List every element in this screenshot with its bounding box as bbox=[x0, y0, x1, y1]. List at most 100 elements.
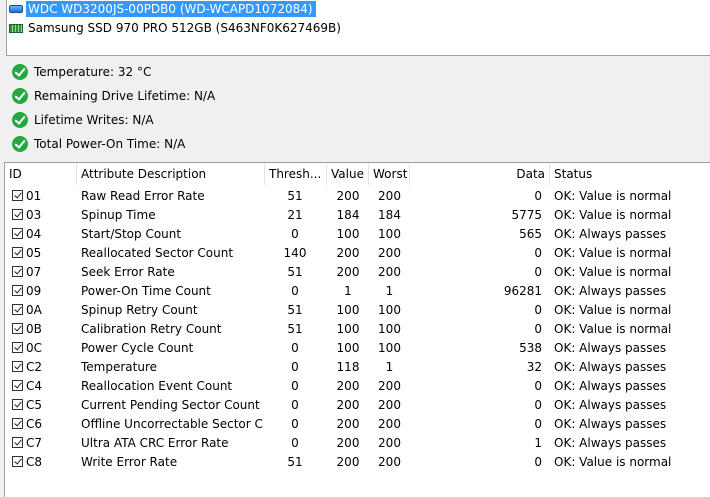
drive-item-samsung[interactable]: Samsung SSD 970 PRO 512GB (S463NF0K62746… bbox=[9, 19, 344, 37]
hdd-icon bbox=[9, 5, 23, 13]
table-row[interactable]: C8 Write Error Rate 51 200 200 0 OK: Value is … bbox=[5, 453, 710, 472]
table-row[interactable]: 07 Seek Error Rate 51 200 200 0 OK: Value is n… bbox=[5, 263, 710, 282]
attribute-data: 0 bbox=[534, 303, 542, 317]
attribute-value: 200 bbox=[336, 265, 360, 279]
attribute-id: 04 bbox=[26, 227, 42, 241]
row-checkbox[interactable] bbox=[12, 266, 23, 277]
attribute-table[interactable]: ID Attribute Description Thresh... Value… bbox=[4, 162, 710, 497]
table-row[interactable]: C7 Ultra ATA CRC Error Rate 0 200 200 1 OK: Al… bbox=[5, 434, 710, 453]
drive-label: WDC WD3200JS-00PDB0 (WD-WCAPD1072084) bbox=[26, 1, 316, 17]
attribute-data: 0 bbox=[534, 398, 542, 412]
row-checkbox[interactable] bbox=[12, 247, 23, 258]
attribute-threshold: 0 bbox=[291, 379, 299, 393]
attribute-threshold: 0 bbox=[291, 417, 299, 431]
attribute-value: 118 bbox=[336, 360, 360, 374]
attribute-data: 0 bbox=[534, 322, 542, 336]
table-row[interactable]: C4 Reallocation Event Count 0 200 200 0 OK: Al… bbox=[5, 377, 710, 396]
table-row[interactable]: 03 Spinup Time 21 184 184 5775 OK: Value is no… bbox=[5, 206, 710, 225]
check-circle-icon bbox=[12, 112, 28, 128]
row-checkbox[interactable] bbox=[12, 399, 23, 410]
status-temperature: Temperature: 32 °C bbox=[12, 63, 151, 81]
table-row[interactable]: 09 Power-On Time Count 0 1 1 96281 OK: Always … bbox=[5, 282, 710, 301]
table-row[interactable]: C5 Current Pending Sector Count 0 200 200 0 OK… bbox=[5, 396, 710, 415]
column-header-threshold[interactable]: Thresh... bbox=[265, 163, 327, 185]
row-checkbox[interactable] bbox=[12, 304, 23, 315]
table-row[interactable]: 0A Spinup Retry Count 51 100 100 0 OK: Value i… bbox=[5, 301, 710, 320]
attribute-threshold: 0 bbox=[291, 284, 299, 298]
attribute-data: 1 bbox=[534, 436, 542, 450]
row-checkbox[interactable] bbox=[12, 456, 23, 467]
table-row[interactable]: 04 Start/Stop Count 0 100 100 565 OK: Always p… bbox=[5, 225, 710, 244]
column-header-value[interactable]: Value bbox=[327, 163, 369, 185]
table-row[interactable]: 0C Power Cycle Count 0 100 100 538 OK: Always … bbox=[5, 339, 710, 358]
table-row[interactable]: C6 Offline Uncorrectable Sector C... 0 200 2… bbox=[5, 415, 710, 434]
attribute-data: 0 bbox=[534, 379, 542, 393]
column-header-worst[interactable]: Worst bbox=[369, 163, 410, 185]
attribute-id: 0C bbox=[26, 341, 43, 355]
attribute-status: OK: Value is normal bbox=[554, 246, 672, 260]
row-checkbox[interactable] bbox=[12, 380, 23, 391]
attribute-data: 0 bbox=[534, 455, 542, 469]
drive-list[interactable]: WDC WD3200JS-00PDB0 (WD-WCAPD1072084) Sa… bbox=[6, 0, 710, 56]
attribute-status: OK: Value is normal bbox=[554, 322, 672, 336]
row-checkbox[interactable] bbox=[12, 418, 23, 429]
attribute-value: 200 bbox=[336, 398, 360, 412]
attribute-description: Raw Read Error Rate bbox=[81, 189, 205, 203]
attribute-worst: 200 bbox=[378, 436, 401, 450]
attribute-data: 5775 bbox=[511, 208, 542, 222]
table-row[interactable]: 0B Calibration Retry Count 51 100 100 0 OK: Va… bbox=[5, 320, 710, 339]
attribute-threshold: 0 bbox=[291, 436, 299, 450]
table-row[interactable]: 01 Raw Read Error Rate 51 200 200 0 OK: Value … bbox=[5, 187, 710, 206]
attribute-worst: 200 bbox=[378, 417, 401, 431]
attribute-status: OK: Always passes bbox=[554, 398, 667, 412]
attribute-description: Start/Stop Count bbox=[81, 227, 182, 241]
status-lifetime-writes: Lifetime Writes: N/A bbox=[12, 111, 154, 129]
row-checkbox[interactable] bbox=[12, 190, 23, 201]
attribute-threshold: 140 bbox=[283, 246, 307, 260]
attribute-value: 100 bbox=[336, 341, 360, 355]
attribute-threshold: 21 bbox=[287, 208, 303, 222]
attribute-threshold: 51 bbox=[287, 455, 303, 469]
column-header-data[interactable]: Data bbox=[410, 163, 550, 185]
attribute-description: Power Cycle Count bbox=[81, 341, 194, 355]
row-checkbox[interactable] bbox=[12, 342, 23, 353]
attribute-threshold: 0 bbox=[291, 227, 299, 241]
row-checkbox[interactable] bbox=[12, 323, 23, 334]
row-checkbox[interactable] bbox=[12, 228, 23, 239]
status-label: Lifetime Writes: N/A bbox=[34, 113, 154, 127]
table-row[interactable]: 05 Reallocated Sector Count 140 200 200 0 OK: … bbox=[5, 244, 710, 263]
check-circle-icon bbox=[12, 64, 28, 80]
attribute-id: C7 bbox=[26, 436, 43, 450]
column-header-status[interactable]: Status bbox=[550, 163, 710, 185]
row-checkbox[interactable] bbox=[12, 285, 23, 296]
drive-item-wdc[interactable]: WDC WD3200JS-00PDB0 (WD-WCAPD1072084) bbox=[9, 0, 316, 18]
attribute-id: C2 bbox=[26, 360, 43, 374]
column-header-description[interactable]: Attribute Description bbox=[77, 163, 265, 185]
attribute-id: 0A bbox=[26, 303, 42, 317]
attribute-status: OK: Value is normal bbox=[554, 265, 672, 279]
table-row[interactable]: C2 Temperature 0 118 1 32 OK: Always passes bbox=[5, 358, 710, 377]
attribute-threshold: 0 bbox=[291, 360, 299, 374]
attribute-threshold: 51 bbox=[287, 189, 303, 203]
attribute-worst: 100 bbox=[378, 227, 401, 241]
ssd-icon bbox=[9, 23, 23, 33]
attribute-status: OK: Always passes bbox=[554, 436, 667, 450]
attribute-description: Reallocation Event Count bbox=[81, 379, 233, 393]
attribute-description: Power-On Time Count bbox=[81, 284, 211, 298]
attribute-value: 200 bbox=[336, 246, 360, 260]
row-checkbox[interactable] bbox=[12, 209, 23, 220]
attribute-description: Spinup Time bbox=[81, 208, 156, 222]
check-circle-icon bbox=[12, 136, 28, 152]
attribute-data: 538 bbox=[519, 341, 542, 355]
attribute-description: Current Pending Sector Count bbox=[81, 398, 260, 412]
attribute-data: 0 bbox=[534, 246, 542, 260]
column-header-id[interactable]: ID bbox=[5, 163, 77, 185]
attribute-worst: 100 bbox=[378, 322, 401, 336]
attribute-status: OK: Always passes bbox=[554, 379, 667, 393]
drive-label: Samsung SSD 970 PRO 512GB (S463NF0K62746… bbox=[28, 21, 341, 35]
attribute-description: Calibration Retry Count bbox=[81, 322, 222, 336]
attribute-threshold: 51 bbox=[287, 322, 303, 336]
row-checkbox[interactable] bbox=[12, 361, 23, 372]
row-checkbox[interactable] bbox=[12, 437, 23, 448]
attribute-value: 200 bbox=[336, 379, 360, 393]
